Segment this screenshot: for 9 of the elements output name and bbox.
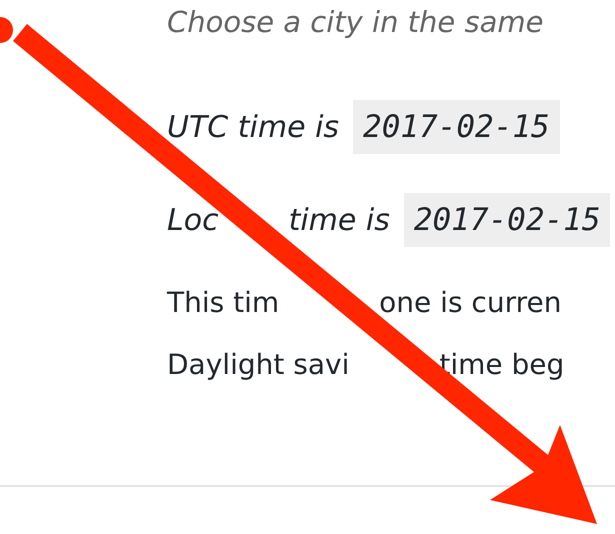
time-value: 2017-02-15 [404, 193, 610, 247]
time-label: UTC time is [167, 110, 340, 144]
time-value: 2017-02-15 [353, 100, 560, 154]
info-text: one is curren [379, 285, 562, 321]
info-text: Daylight savi [167, 347, 350, 383]
time-label: time is [288, 202, 390, 238]
description-text: Choose a city in the same [167, 4, 544, 41]
time-label: Loc [167, 202, 219, 238]
info-text: This tim [167, 285, 280, 321]
